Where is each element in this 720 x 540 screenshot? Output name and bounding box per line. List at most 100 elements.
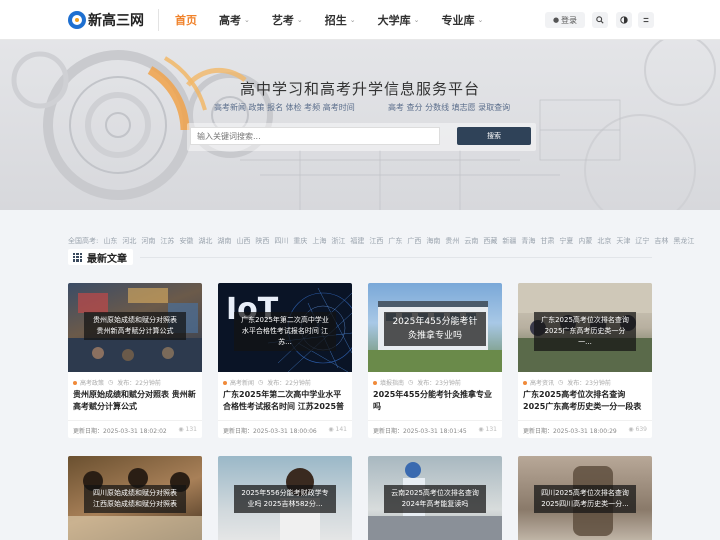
article-title[interactable]: 贵州原始成绩和赋分对照表 贵州新高考赋分计算公式 xyxy=(73,389,197,413)
region-link[interactable]: 山西 xyxy=(236,236,250,246)
view-count-value: 131 xyxy=(185,426,197,433)
thumbnail-caption: 2025年455分能考针灸推拿专业吗 xyxy=(384,312,486,346)
search-input[interactable] xyxy=(190,127,440,145)
article-card[interactable]: 贵州原始成绩和赋分对照表 贵州新高考赋分计算公式 高考政策 ◷ 发布：22分钟前 贵… xyxy=(68,283,202,438)
region-link[interactable]: 福建 xyxy=(350,236,364,246)
article-card[interactable]: 四川原始成绩和赋分对照表 江西原始成绩和赋分对照表 xyxy=(68,456,202,540)
thumbnail-caption: 2025年556分能考财政学专业吗 2025吉林582分... xyxy=(234,485,336,513)
article-thumbnail[interactable]: IoT 广东2025年第二次高中学业水平合格性考试报名时间 江苏... xyxy=(218,283,352,372)
article-footer: 更新日期：2025-03-31 18:00:29 ◉ 639 xyxy=(518,420,652,438)
category-label[interactable]: 高考新闻 xyxy=(230,378,254,387)
published-time: 发布：23分钟前 xyxy=(567,380,611,387)
search-button-header[interactable] xyxy=(592,12,608,28)
article-title[interactable]: 2025年455分能考针灸推拿专业吗 xyxy=(373,389,497,413)
category-label[interactable]: 高考资讯 xyxy=(530,378,554,387)
article-thumbnail[interactable]: 四川2025高考位次排名查询 2025四川高考历史类一分... xyxy=(518,456,652,540)
thumbnail-caption: 云南2025高考位次排名查询 2024年高考能复读吗 xyxy=(384,485,486,513)
article-card[interactable]: 四川2025高考位次排名查询 2025四川高考历史类一分... xyxy=(518,456,652,540)
nav-item-home[interactable]: 首页 xyxy=(175,12,197,28)
banner-quick-links-left[interactable]: 高考新闻 政策 报名 体检 考频 高考时间 xyxy=(214,102,355,113)
nav-label: 高考 xyxy=(219,14,241,27)
region-link[interactable]: 河南 xyxy=(141,236,155,246)
article-thumbnail[interactable]: 云南2025高考位次排名查询 2024年高考能复读吗 xyxy=(368,456,502,540)
article-meta: 高考新闻 ◷ 发布：22分钟前 xyxy=(223,378,311,387)
nav-item-zhaosheng[interactable]: 招生 ⌄ xyxy=(325,12,356,28)
article-thumbnail[interactable]: 广东2025高考位次排名查询 2025广东高考历史类一分一... xyxy=(518,283,652,372)
region-link[interactable]: 北京 xyxy=(597,236,611,246)
region-link[interactable]: 西藏 xyxy=(483,236,497,246)
article-card[interactable]: 2025年556分能考财政学专业吗 2025吉林582分... xyxy=(218,456,352,540)
menu-button[interactable] xyxy=(638,12,654,28)
login-button[interactable]: ● 登录 xyxy=(545,12,585,28)
theme-toggle-button[interactable] xyxy=(616,12,632,28)
region-link[interactable]: 广东 xyxy=(388,236,402,246)
article-card[interactable]: 2025年455分能考针灸推拿专业吗 填报指南 ◷ 发布：23分钟前 2025年45… xyxy=(368,283,502,438)
theme-toggle-icon xyxy=(620,16,628,24)
region-link[interactable]: 新疆 xyxy=(502,236,516,246)
region-label: 全国高考: xyxy=(68,237,99,245)
region-link[interactable]: 宁夏 xyxy=(559,236,573,246)
chevron-down-icon: ⌄ xyxy=(244,16,250,24)
category-dot xyxy=(373,380,377,385)
region-link[interactable]: 重庆 xyxy=(293,236,307,246)
region-link[interactable]: 广西 xyxy=(407,236,421,246)
region-links: 全国高考: 山东 河北 河南 江苏 安徽 湖北 湖南 山西 陕西 四川 重庆 上海 浙江 福建 江西 广东 广西海… xyxy=(68,236,699,246)
updated-date: 更新日期：2025-03-31 18:00:29 xyxy=(523,428,617,435)
view-count-value: 639 xyxy=(635,426,647,433)
nav-label: 大学库 xyxy=(377,14,411,27)
region-link[interactable]: 海南 xyxy=(426,236,440,246)
article-meta: 填报指南 ◷ 发布：23分钟前 xyxy=(373,378,461,387)
published-time: 发布：22分钟前 xyxy=(267,380,311,387)
nav-item-majors[interactable]: 专业库 ⌄ xyxy=(442,12,484,28)
region-link[interactable]: 天津 xyxy=(616,236,630,246)
article-title[interactable]: 广东2025年第二次高中学业水平合格性考试报名时间 江苏2025普通高中... xyxy=(223,389,347,413)
chevron-down-icon: ⌄ xyxy=(296,16,303,24)
article-thumbnail[interactable]: 四川原始成绩和赋分对照表 江西原始成绩和赋分对照表 xyxy=(68,456,202,540)
thumbnail-caption: 贵州原始成绩和赋分对照表 贵州新高考赋分计算公式 xyxy=(84,312,186,340)
thumbnail-caption: 四川原始成绩和赋分对照表 江西原始成绩和赋分对照表 xyxy=(84,485,186,513)
logo-icon xyxy=(68,11,86,29)
thumbnail-caption: 四川2025高考位次排名查询 2025四川高考历史类一分... xyxy=(534,485,636,513)
region-link[interactable]: 河北 xyxy=(122,236,136,246)
section-header: 最新文章 xyxy=(68,249,133,265)
region-link[interactable]: 浙江 xyxy=(331,236,345,246)
region-link[interactable]: 上海 xyxy=(312,236,326,246)
article-thumbnail[interactable]: 2025年455分能考针灸推拿专业吗 xyxy=(368,283,502,372)
region-link[interactable]: 山东 xyxy=(103,236,117,246)
category-label[interactable]: 高考政策 xyxy=(80,378,104,387)
region-link[interactable]: 甘肃 xyxy=(540,236,554,246)
article-thumbnail[interactable]: 贵州原始成绩和赋分对照表 贵州新高考赋分计算公式 xyxy=(68,283,202,372)
region-link[interactable]: 安徽 xyxy=(179,236,193,246)
article-title[interactable]: 广东2025高考位次排名查询 2025广东高考历史类一分一段表 xyxy=(523,389,647,413)
region-link[interactable]: 云南 xyxy=(464,236,478,246)
region-link[interactable]: 内蒙 xyxy=(578,236,592,246)
nav-item-yikao[interactable]: 艺考 ⌄ xyxy=(272,12,303,28)
region-link[interactable]: 湖北 xyxy=(198,236,212,246)
nav-item-universities[interactable]: 大学库 ⌄ xyxy=(378,12,420,28)
region-link[interactable]: 青海 xyxy=(521,236,535,246)
article-card[interactable]: 广东2025高考位次排名查询 2025广东高考历史类一分一... 高考资讯 ◷ 发布… xyxy=(518,283,652,438)
region-link[interactable]: 江西 xyxy=(369,236,383,246)
article-card[interactable]: 云南2025高考位次排名查询 2024年高考能复读吗 xyxy=(368,456,502,540)
region-link[interactable]: 黑龙江 xyxy=(673,236,694,246)
nav-item-gaokao[interactable]: 高考 ⌄ xyxy=(219,12,250,28)
thumbnail-caption: 广东2025高考位次排名查询 2025广东高考历史类一分一... xyxy=(534,312,636,351)
nav-label: 专业库 xyxy=(441,14,475,27)
region-link[interactable]: 贵州 xyxy=(445,236,459,246)
article-thumbnail[interactable]: 2025年556分能考财政学专业吗 2025吉林582分... xyxy=(218,456,352,540)
region-link[interactable]: 陕西 xyxy=(255,236,269,246)
region-link[interactable]: 吉林 xyxy=(654,236,668,246)
banner-quick-links-right[interactable]: 高考 查分 分数线 填志愿 录取查询 xyxy=(388,102,510,113)
search-submit-button[interactable]: 搜索 xyxy=(457,127,531,145)
site-logo[interactable]: 新高三网 xyxy=(68,9,144,31)
region-link[interactable]: 辽宁 xyxy=(635,236,649,246)
updated-date: 更新日期：2025-03-31 18:00:06 xyxy=(223,428,317,435)
region-link[interactable]: 四川 xyxy=(274,236,288,246)
category-label[interactable]: 填报指南 xyxy=(380,378,404,387)
region-link[interactable]: 江苏 xyxy=(160,236,174,246)
region-link[interactable]: 湖南 xyxy=(217,236,231,246)
updated-date: 更新日期：2025-03-31 18:01:45 xyxy=(373,428,467,435)
article-card[interactable]: IoT 广东2025年第二次高中学业水平合格性考试报名时间 江苏... 高考新闻… xyxy=(218,283,352,438)
published-time: 发布：23分钟前 xyxy=(417,380,461,387)
article-meta: 高考政策 ◷ 发布：22分钟前 xyxy=(73,378,161,387)
